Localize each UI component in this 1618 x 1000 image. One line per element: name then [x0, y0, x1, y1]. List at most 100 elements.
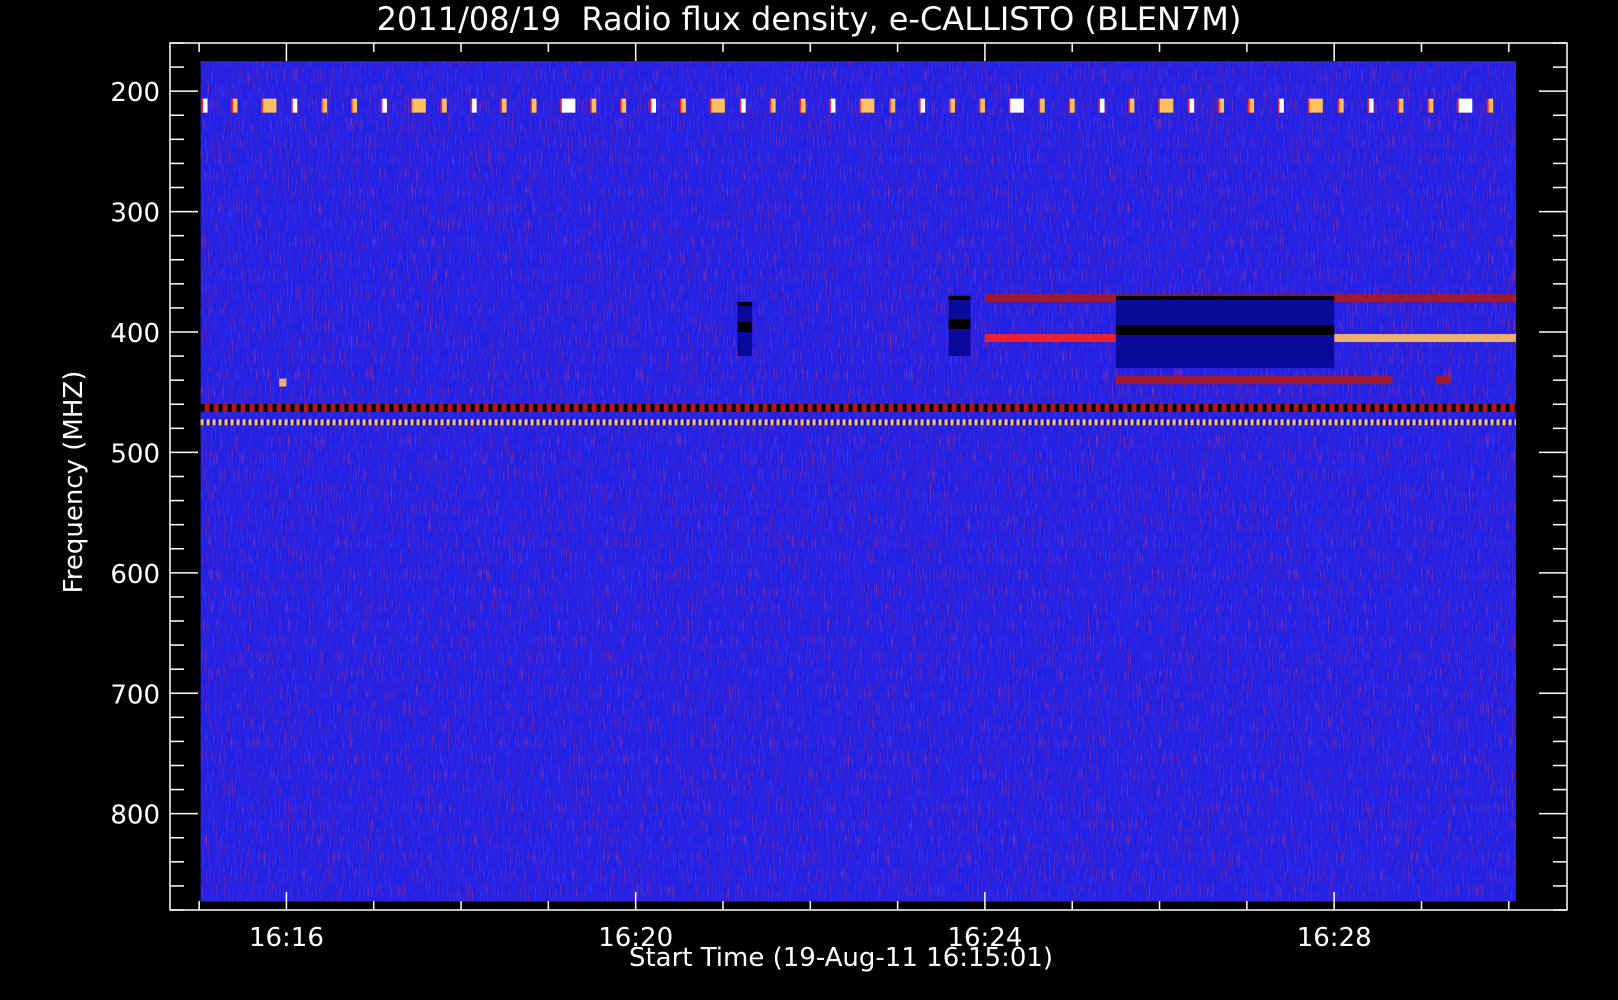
feature-2-dot — [212, 419, 216, 426]
feature-2-dot — [674, 419, 678, 426]
feature-2-dot — [1442, 419, 1446, 426]
feature-1-dark — [569, 403, 574, 412]
feature-2-dot — [878, 419, 882, 426]
feature-1-dark — [1298, 403, 1303, 412]
feature-1-dark — [1415, 403, 1420, 412]
feature-1-dark — [1478, 403, 1483, 412]
feature-2-dot — [464, 419, 468, 426]
feature-2-dot — [788, 419, 792, 426]
feature-10 — [279, 378, 287, 387]
feature-1-dark — [974, 403, 979, 412]
feature-2-dot — [1496, 419, 1500, 426]
feature-0-pulse-edge — [1427, 98, 1429, 113]
feature-2-dot — [1430, 419, 1434, 426]
feature-2-dot — [1250, 419, 1254, 426]
feature-1-dark — [533, 403, 538, 412]
feature-2-dot — [746, 419, 750, 426]
feature-2-dot — [1190, 419, 1194, 426]
feature-2-dot — [800, 419, 804, 426]
feature-2-dot — [1424, 419, 1428, 426]
feature-1-dark — [785, 403, 790, 412]
feature-0-pulse — [1219, 98, 1225, 113]
feature-1-dark — [1361, 403, 1366, 412]
feature-2-dot — [1454, 419, 1458, 426]
feature-2-dot — [1274, 419, 1278, 426]
feature-2-dot — [1448, 419, 1452, 426]
feature-2-dot — [1358, 419, 1362, 426]
feature-2-dot — [644, 419, 648, 426]
feature-2-dot — [1028, 419, 1032, 426]
feature-1-dark — [209, 403, 214, 412]
feature-2-dot — [404, 419, 408, 426]
feature-1-dark — [866, 403, 871, 412]
feature-2-dot — [908, 419, 912, 426]
feature-1-dark — [1154, 403, 1159, 412]
feature-2-dot — [1514, 419, 1517, 426]
feature-0-pulse — [1278, 98, 1284, 113]
feature-2-dot — [266, 419, 270, 426]
feature-1-dark — [443, 403, 448, 412]
feature-1-dark — [308, 403, 313, 412]
feature-2-dot — [776, 419, 780, 426]
feature-2-dot — [1154, 419, 1158, 426]
feature-1-dark — [263, 403, 268, 412]
feature-0-pulse-edge — [1128, 98, 1130, 113]
feature-2-dot — [614, 419, 618, 426]
feature-2-dot — [1046, 419, 1050, 426]
feature-0-pulse — [1458, 98, 1473, 113]
feature-1-dark — [731, 403, 736, 412]
feature-1-dark — [524, 403, 529, 412]
feature-2-dot — [740, 419, 744, 426]
feature-2-dot — [290, 419, 294, 426]
feature-1-dark — [551, 403, 556, 412]
feature-0-pulse — [322, 98, 328, 113]
feature-2-dot — [1184, 419, 1188, 426]
feature-2-dot — [452, 419, 456, 426]
feature-2-dot — [506, 419, 510, 426]
feature-1-dark — [1226, 403, 1231, 412]
feature-2-dot — [518, 419, 522, 426]
feature-1-dark — [902, 403, 907, 412]
feature-0-pulse — [262, 98, 277, 113]
feature-2-dot — [596, 419, 600, 426]
feature-2-dot — [1280, 419, 1284, 426]
feature-2-dot — [1400, 419, 1404, 426]
feature-0-pulse-edge — [829, 98, 831, 113]
feature-2-dot — [254, 419, 258, 426]
feature-1-dark — [1505, 403, 1510, 412]
feature-2-dot — [794, 419, 798, 426]
feature-2-dot — [938, 419, 942, 426]
feature-0-pulse — [1518, 99, 1523, 113]
feature-2-dot — [1232, 419, 1236, 426]
feature-2-dot — [590, 419, 594, 426]
feature-0-pulse-edge — [949, 98, 951, 113]
feature-0-pulse-edge — [321, 98, 323, 113]
feature-1-dark — [767, 403, 772, 412]
feature-1-dark — [218, 403, 223, 412]
feature-2-dot — [638, 419, 642, 426]
feature-2-dot — [626, 419, 630, 426]
feature-0-pulse-edge — [620, 98, 622, 113]
feature-1-dark — [1253, 403, 1258, 412]
feature-2-dot — [974, 419, 978, 426]
feature-1-dark — [983, 403, 988, 412]
feature-2-dot — [926, 419, 930, 426]
feature-0-pulse — [561, 98, 576, 113]
y-tick-label: 500 — [110, 439, 160, 469]
feature-1-dark — [1145, 403, 1150, 412]
feature-2-dot — [620, 419, 624, 426]
feature-2-dot — [206, 419, 210, 426]
feature-1-dark — [848, 403, 853, 412]
feature-2-dot — [572, 419, 576, 426]
feature-2-dot — [230, 419, 234, 426]
feature-0-pulse-edge — [1307, 98, 1310, 113]
feature-2-dot — [818, 419, 822, 426]
feature-2-dot — [902, 419, 906, 426]
feature-2-dot — [1460, 419, 1464, 426]
feature-0-pulse-edge — [500, 98, 503, 113]
feature-2-dot — [488, 419, 492, 426]
feature-0-pulse — [1308, 98, 1323, 113]
feature-2-dot — [560, 419, 564, 426]
feature-2-dot — [968, 419, 972, 426]
feature-2-dot — [458, 419, 462, 426]
